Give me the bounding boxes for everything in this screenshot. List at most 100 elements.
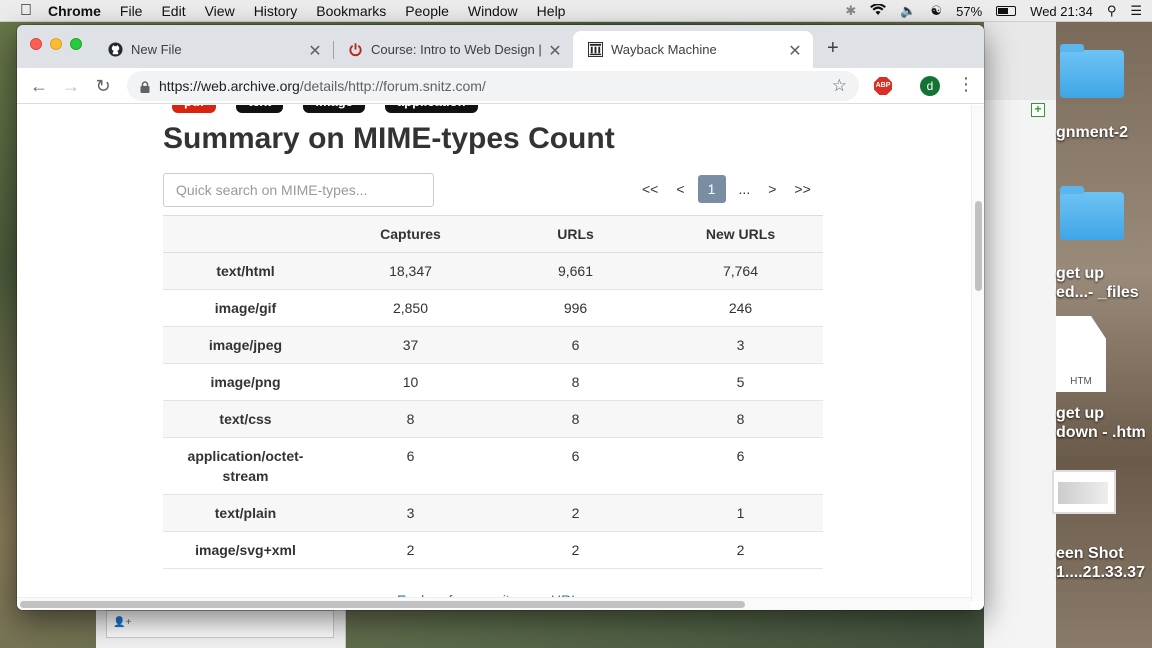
close-icon[interactable]: ✕ [307, 41, 323, 61]
captures-cell: 2 [328, 531, 493, 569]
adblock-extension-icon[interactable]: ABP [874, 77, 892, 95]
desktop-label[interactable]: get up [1056, 265, 1104, 283]
mime-type-cell: image/jpeg [163, 326, 328, 364]
close-icon[interactable]: ✕ [787, 41, 803, 61]
zoom-window-button[interactable] [70, 38, 82, 50]
badge-application[interactable]: application [384, 105, 478, 113]
urls-cell: 996 [493, 289, 658, 327]
wifi-icon[interactable] [870, 2, 887, 19]
new-urls-cell: 246 [658, 289, 823, 327]
desktop-label[interactable]: get up [1056, 405, 1104, 423]
column-header-captures[interactable]: Captures [328, 215, 493, 253]
menu-bookmarks[interactable]: Bookmarks [316, 3, 386, 19]
new-urls-cell: 1 [658, 494, 823, 532]
page-title: Summary on MIME-types Count [163, 122, 615, 155]
urls-cell: 8 [493, 363, 658, 401]
mime-category-badges: pdf text image application [172, 105, 478, 113]
captures-cell: 2,850 [328, 289, 493, 327]
mime-type-cell: application/octet-stream [163, 437, 328, 495]
prev-page-button[interactable]: < [667, 175, 693, 203]
next-page-button[interactable]: > [759, 175, 785, 203]
notification-center-icon[interactable]: ☰ [1130, 3, 1142, 19]
more-menu-icon[interactable]: ⋮ [957, 74, 975, 95]
badge-image[interactable]: image [303, 105, 365, 113]
power-icon [347, 42, 363, 58]
last-page-button[interactable]: >> [785, 175, 819, 203]
tab-label: Wayback Machine [611, 42, 717, 57]
menu-edit[interactable]: Edit [161, 3, 185, 19]
desktop-label[interactable]: 1....21.33.37 [1056, 564, 1145, 582]
mime-type-cell: text/css [163, 400, 328, 438]
folder-icon[interactable] [1060, 44, 1124, 98]
spotlight-icon[interactable]: ⚲ [1107, 3, 1117, 19]
new-urls-cell: 3 [658, 326, 823, 364]
desktop-label[interactable]: ed...- _files [1056, 284, 1139, 302]
tab-new-file[interactable]: New File ✕ [93, 31, 333, 68]
column-header-type[interactable] [163, 215, 328, 253]
current-page-button[interactable]: 1 [697, 175, 726, 203]
mime-type-cell: text/plain [163, 494, 328, 532]
table-row: image/svg+xml 2 2 2 [163, 531, 823, 569]
menu-file[interactable]: File [120, 3, 143, 19]
accessibility-icon[interactable]: ☯ [930, 3, 942, 19]
bookmark-star-icon[interactable]: ☆ [832, 76, 847, 96]
new-tab-button[interactable]: + [827, 37, 839, 60]
minimize-window-button[interactable] [50, 38, 62, 50]
column-header-urls[interactable]: URLs [493, 215, 658, 253]
clock[interactable]: Wed 21:34 [1030, 4, 1093, 19]
mime-type-cell: image/gif [163, 289, 328, 327]
captures-cell: 8 [328, 400, 493, 438]
urls-cell: 2 [493, 494, 658, 532]
battery-icon[interactable] [996, 6, 1017, 16]
tab-wayback-machine[interactable]: Wayback Machine ✕ [573, 31, 813, 68]
menu-window[interactable]: Window [468, 3, 518, 19]
screenshot-file-icon[interactable] [1052, 470, 1116, 514]
table-row: image/jpeg 37 6 3 [163, 326, 823, 364]
mime-search-input[interactable] [163, 173, 434, 207]
reload-icon[interactable]: ↻ [91, 74, 115, 98]
page-ellipsis: ... [738, 181, 751, 197]
add-person-icon[interactable]: 👤+ [106, 610, 334, 638]
menu-people[interactable]: People [405, 3, 449, 19]
app-menu[interactable]: Chrome [48, 3, 101, 19]
new-urls-cell: 2 [658, 531, 823, 569]
column-header-new-urls[interactable]: New URLs [658, 215, 823, 253]
desktop-label[interactable]: een Shot [1056, 545, 1124, 563]
tab-course[interactable]: Course: Intro to Web Design | I ✕ [333, 31, 573, 68]
close-window-button[interactable] [30, 38, 42, 50]
desktop-label[interactable]: down - .htm [1056, 424, 1146, 442]
new-urls-cell: 8 [658, 400, 823, 438]
bluetooth-icon[interactable]: ✱ [845, 3, 856, 19]
desktop-label[interactable]: gnment-2 [1056, 124, 1128, 142]
badge-text[interactable]: text [236, 105, 284, 113]
back-arrow-icon[interactable]: ← [27, 74, 51, 98]
urls-cell: 9,661 [493, 252, 658, 290]
archive-icon [587, 42, 603, 58]
folder-icon[interactable] [1060, 186, 1124, 240]
first-page-button[interactable]: << [633, 175, 667, 203]
vertical-scrollbar[interactable] [971, 105, 984, 601]
add-icon[interactable]: + [1031, 103, 1045, 117]
urls-cell: 6 [493, 326, 658, 364]
volume-icon[interactable]: 🔈 [900, 3, 916, 19]
urls-cell: 6 [493, 437, 658, 495]
profile-avatar[interactable]: d [920, 76, 940, 96]
address-bar[interactable]: https://web.archive.org/details/http://f… [127, 71, 859, 101]
forward-arrow-icon[interactable]: → [59, 74, 83, 98]
horizontal-scrollbar[interactable] [17, 597, 971, 610]
table-row: image/gif 2,850 996 246 [163, 289, 823, 327]
battery-percent[interactable]: 57% [956, 4, 982, 19]
menu-view[interactable]: View [205, 3, 235, 19]
badge-pdf[interactable]: pdf [172, 105, 217, 113]
browser-window: New File ✕ Course: Intro to Web Design |… [17, 25, 984, 610]
captures-cell: 6 [328, 437, 493, 495]
table-row: text/css 8 8 8 [163, 400, 823, 438]
apple-menu-icon[interactable]:  [20, 2, 34, 19]
menu-history[interactable]: History [254, 3, 298, 19]
table-row: application/octet-stream 6 6 6 [163, 437, 823, 495]
close-icon[interactable]: ✕ [547, 41, 563, 61]
lock-icon [139, 80, 151, 93]
new-urls-cell: 6 [658, 437, 823, 495]
pagination: << < 1 ... > >> [633, 175, 820, 203]
menu-help[interactable]: Help [537, 3, 566, 19]
